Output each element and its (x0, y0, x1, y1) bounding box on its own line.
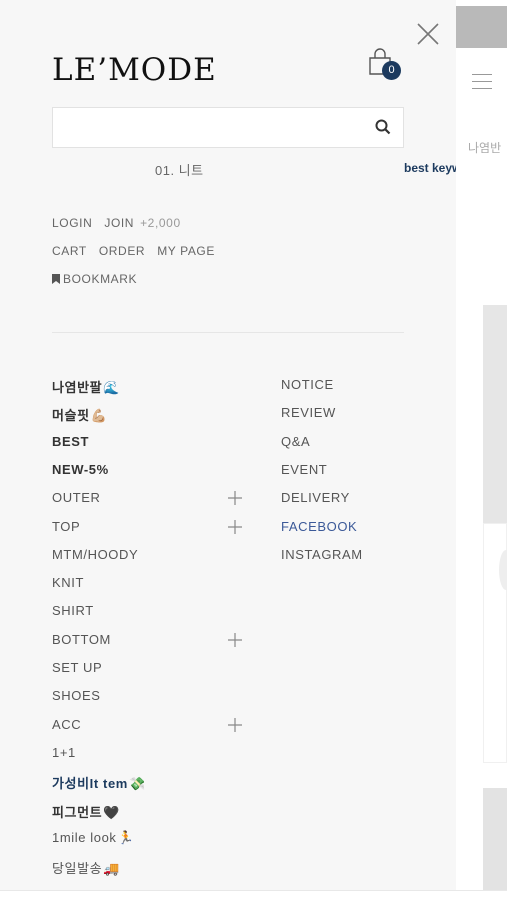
category-item[interactable]: KNIT (52, 575, 84, 590)
bookmark-link[interactable]: BOOKMARK (52, 272, 137, 286)
cart-count-badge: 0 (382, 61, 401, 80)
category-item[interactable]: 피그먼트🖤 (52, 802, 120, 821)
search-input[interactable] (53, 108, 363, 147)
community-item[interactable]: REVIEW (281, 405, 336, 420)
category-label: KNIT (52, 575, 85, 590)
background-product-image (483, 305, 507, 523)
category-label: NEW-5% (52, 462, 109, 477)
community-item[interactable]: DELIVERY (281, 490, 350, 505)
category-label: SHIRT (52, 603, 94, 618)
category-label: 1+1 (52, 745, 76, 760)
community-item[interactable]: EVENT (281, 462, 327, 477)
order-link[interactable]: ORDER (99, 244, 145, 258)
background-top-banner (456, 6, 507, 48)
category-item[interactable]: SHIRT (52, 603, 94, 618)
community-item[interactable]: Q&A (281, 434, 310, 449)
account-links-row-2: CART ORDER MY PAGE (52, 244, 227, 258)
category-item[interactable]: ACC (52, 717, 81, 732)
category-item[interactable]: 나염반팔🌊 (52, 377, 120, 396)
category-label: TOP (52, 519, 81, 534)
join-label: JOIN (104, 216, 135, 230)
community-item[interactable]: NOTICE (281, 377, 334, 392)
expand-plus-icon[interactable] (227, 490, 243, 506)
login-link[interactable]: LOGIN (52, 216, 92, 230)
category-emoji: 🏃 (117, 830, 135, 845)
category-emoji: 🚚 (103, 861, 121, 876)
best-keyword-label: best keyw (404, 161, 456, 175)
hamburger-icon (472, 74, 492, 90)
background-keyword: 나염반 (468, 141, 502, 155)
search-box (52, 107, 404, 148)
expand-plus-icon[interactable] (227, 717, 243, 733)
close-icon[interactable] (414, 20, 442, 48)
category-item[interactable]: TOP (52, 519, 80, 534)
category-item[interactable]: NEW-5% (52, 462, 109, 477)
category-item[interactable]: OUTER (52, 490, 101, 505)
brand-logo[interactable]: LE’MODE (52, 52, 217, 88)
my-page-link[interactable]: MY PAGE (157, 244, 215, 258)
category-item[interactable]: 당일발송🚚 (52, 858, 120, 877)
category-label: BEST (52, 434, 90, 449)
category-label: OUTER (52, 490, 101, 505)
community-item[interactable]: INSTAGRAM (281, 547, 363, 562)
category-label: 나염반팔 (52, 380, 103, 395)
category-item[interactable]: 머슬핏💪🏼 (52, 405, 107, 424)
category-emoji: 🌊 (103, 380, 121, 395)
category-label: SHOES (52, 688, 101, 703)
account-links-row-1: LOGIN JOIN +2,000 (52, 216, 181, 230)
category-item[interactable]: 1+1 (52, 745, 76, 760)
category-label: 당일발송 (52, 861, 103, 876)
background-product-image-2 (483, 788, 507, 890)
join-bonus-points: +2,000 (140, 216, 181, 230)
category-emoji: 💪🏼 (90, 408, 108, 423)
category-label: 가성비It tem (52, 776, 128, 791)
category-label: MTM/HOODY (52, 547, 139, 562)
background-product-thumbnail (499, 550, 507, 590)
category-label: 머슬핏 (52, 408, 90, 423)
side-menu-drawer: LE’MODE 0 01. 니트 best keyw LOGIN JOIN +2,0… (0, 0, 456, 890)
category-item[interactable]: 1mile look🏃 (52, 830, 134, 846)
bookmark-label: BOOKMARK (63, 272, 138, 286)
search-keyword-hint[interactable]: 01. 니트 (155, 160, 204, 179)
cart-button[interactable]: 0 (366, 48, 404, 80)
cart-link[interactable]: CART (52, 244, 87, 258)
account-links-row-3: BOOKMARK (52, 272, 149, 286)
category-label: 피그먼트 (52, 805, 103, 820)
category-item[interactable]: BOTTOM (52, 632, 111, 647)
background-product-card (483, 523, 507, 763)
category-item[interactable]: 가성비It tem💸 (52, 773, 146, 792)
bookmark-icon (52, 274, 60, 284)
category-label: BOTTOM (52, 632, 111, 647)
category-label: 1mile look (52, 830, 117, 845)
community-item[interactable]: FACEBOOK (281, 519, 357, 534)
divider (52, 332, 404, 333)
category-emoji: 💸 (128, 776, 146, 791)
category-item[interactable]: SET UP (52, 660, 102, 675)
expand-plus-icon[interactable] (227, 632, 243, 648)
join-link[interactable]: JOIN (104, 216, 134, 230)
category-label: SET UP (52, 660, 103, 675)
category-item[interactable]: SHOES (52, 688, 101, 703)
background-page: 나염반 (456, 0, 507, 900)
bottom-edge (0, 890, 507, 900)
category-label: ACC (52, 717, 82, 732)
expand-plus-icon[interactable] (227, 519, 243, 535)
category-item[interactable]: MTM/HOODY (52, 547, 138, 562)
category-emoji: 🖤 (103, 805, 121, 820)
search-icon[interactable] (375, 119, 393, 137)
category-item[interactable]: BEST (52, 434, 89, 449)
